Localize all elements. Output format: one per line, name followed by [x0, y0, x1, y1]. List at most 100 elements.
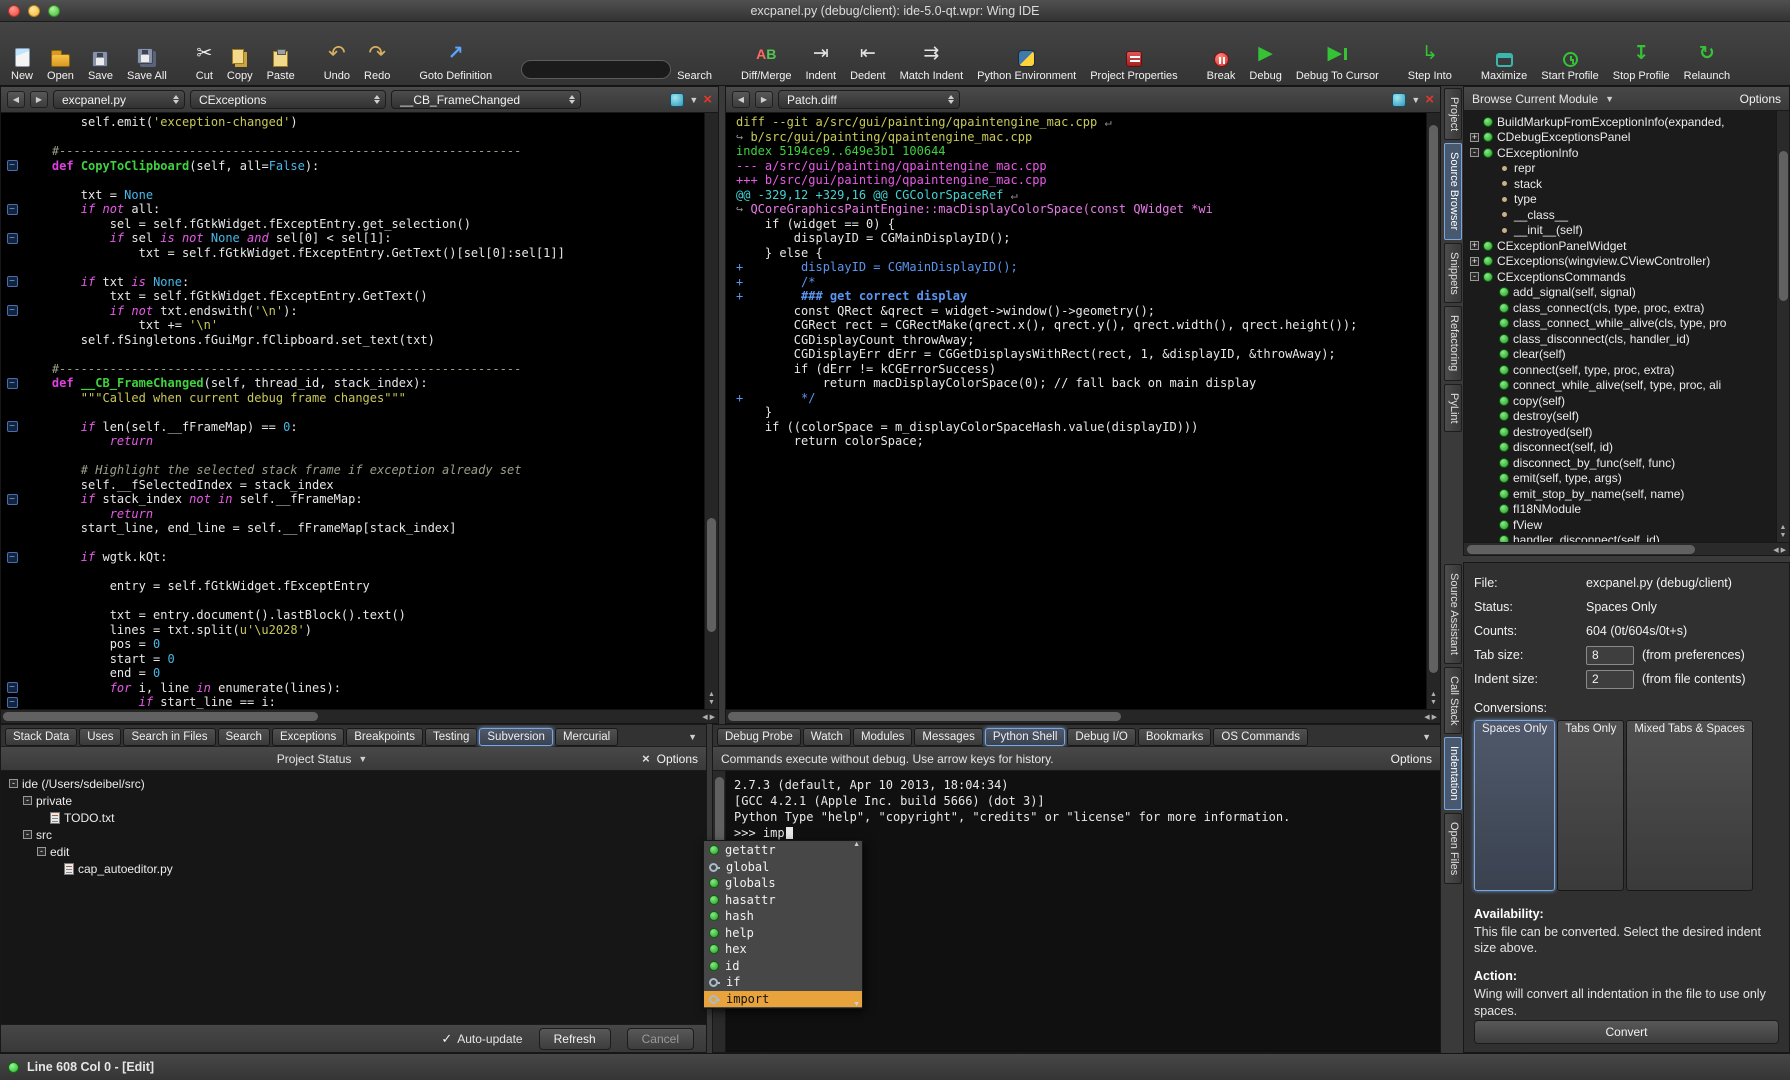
toolbar-item-break[interactable]: Break — [1200, 26, 1243, 82]
file-dropdown[interactable]: excpanel.py — [53, 90, 185, 109]
back-button[interactable]: ◀ — [732, 91, 750, 108]
expander-icon[interactable]: - — [1470, 272, 1479, 281]
tab-testing[interactable]: Testing — [425, 728, 477, 746]
fold-marker[interactable]: − — [7, 378, 18, 389]
svn-view-dropdown[interactable]: Project Status — [277, 752, 352, 766]
autocomplete-item[interactable]: globals — [704, 875, 862, 892]
toolbar-item-goto-definition[interactable]: ↗Goto Definition — [412, 26, 499, 82]
toolbar-item-stop-profile[interactable]: ↧Stop Profile — [1606, 26, 1677, 82]
scrollbar-arrows-icon[interactable] — [702, 713, 715, 721]
vtab-refactoring[interactable]: Refactoring — [1444, 306, 1462, 380]
tree-row[interactable]: emit(self, type, args) — [1464, 471, 1776, 487]
convert-button[interactable]: Convert — [1474, 1020, 1779, 1044]
fold-marker[interactable]: − — [7, 305, 18, 316]
code-area[interactable]: self.emit('exception-changed') #--------… — [23, 113, 704, 709]
refresh-button[interactable]: Refresh — [539, 1028, 611, 1050]
scrollbar-thumb[interactable] — [1429, 125, 1438, 673]
indent-size-input[interactable] — [1586, 670, 1634, 689]
vertical-scrollbar[interactable] — [1426, 113, 1440, 709]
expander-icon[interactable]: - — [9, 779, 18, 788]
tree-row[interactable]: fI18NModule — [1464, 502, 1776, 518]
tree-row[interactable]: -CExceptionInfo — [1464, 145, 1776, 161]
tree-row[interactable]: -CExceptionsCommands — [1464, 269, 1776, 285]
tree-row[interactable]: class_connect_while_alive(cls, type, pro — [1464, 316, 1776, 332]
tree-row[interactable]: -edit — [5, 843, 702, 860]
autocomplete-item[interactable]: hasattr — [704, 892, 862, 909]
forward-button[interactable]: ▶ — [30, 91, 48, 108]
fold-marker[interactable]: − — [7, 421, 18, 432]
tab-uses[interactable]: Uses — [79, 728, 121, 746]
tree-row[interactable]: __class__ — [1464, 207, 1776, 223]
toolbar-item-open[interactable]: Open — [40, 26, 81, 82]
svn-file-tree[interactable]: -ide (/Users/sdeibel/src)-privateTODO.tx… — [1, 771, 706, 1024]
tree-row[interactable]: class_disconnect(cls, handler_id) — [1464, 331, 1776, 347]
close-panel-icon[interactable]: × — [642, 751, 650, 766]
toolbar-item-step-into[interactable]: ↳Step Into — [1401, 26, 1459, 82]
toolbar-item-indent[interactable]: ⇥Indent — [798, 26, 843, 82]
vtab-snippets[interactable]: Snippets — [1444, 243, 1462, 304]
tree-row[interactable]: disconnect_by_func(self, func) — [1464, 455, 1776, 471]
vtab-indentation[interactable]: Indentation — [1444, 737, 1462, 809]
scrollbar-thumb[interactable] — [728, 712, 1121, 721]
autocomplete-item[interactable]: help — [704, 925, 862, 942]
fold-gutter[interactable]: −−−−−−−−−−− — [1, 113, 23, 709]
horizontal-scrollbar[interactable] — [1, 709, 718, 723]
horizontal-scrollbar[interactable] — [726, 709, 1440, 723]
module-tree[interactable]: BuildMarkupFromExceptionInfo(expanded,+C… — [1464, 111, 1776, 542]
tab-breakpoints[interactable]: Breakpoints — [346, 728, 423, 746]
auto-update-checkbox[interactable]: ✓ Auto-update — [441, 1031, 522, 1047]
toolbar-item-python-env[interactable]: Python Environment — [970, 26, 1083, 82]
tab-exceptions[interactable]: Exceptions — [272, 728, 344, 746]
tree-row[interactable]: stack — [1464, 176, 1776, 192]
vtab-source-assistant[interactable]: Source Assistant — [1444, 564, 1462, 664]
scroll-up-icon[interactable]: ▲ — [853, 841, 860, 848]
tab-modules[interactable]: Modules — [853, 728, 912, 746]
titlebar[interactable]: excpanel.py (debug/client): ide-5.0-qt.w… — [0, 0, 1790, 22]
scrollbar-thumb[interactable] — [3, 712, 318, 721]
scrollbar-arrows-icon[interactable] — [1777, 524, 1789, 540]
toolbar-item-debug-to-cursor[interactable]: ▶Debug To Cursor — [1289, 26, 1386, 82]
toolbar-item-redo[interactable]: ↷Redo — [357, 26, 397, 82]
tree-row[interactable]: type — [1464, 192, 1776, 208]
tree-row[interactable]: connect(self, type, proc, extra) — [1464, 362, 1776, 378]
autocomplete-item[interactable]: import — [704, 991, 862, 1008]
tree-row[interactable]: class_connect(cls, type, proc, extra) — [1464, 300, 1776, 316]
expander-icon[interactable]: + — [1470, 241, 1479, 250]
class-scope-dropdown[interactable]: CExceptions — [190, 90, 386, 109]
vtab-call-stack[interactable]: Call Stack — [1444, 667, 1462, 735]
tree-row[interactable]: destroyed(self) — [1464, 424, 1776, 440]
back-button[interactable]: ◀ — [7, 91, 25, 108]
vertical-scrollbar[interactable] — [704, 113, 718, 709]
file-dropdown[interactable]: Patch.diff — [778, 90, 960, 109]
expander-icon[interactable]: + — [1470, 133, 1479, 142]
tab-watch[interactable]: Watch — [803, 728, 851, 746]
options-button[interactable]: Options — [1740, 92, 1781, 106]
tree-row[interactable]: emit_stop_by_name(self, name) — [1464, 486, 1776, 502]
tab-messages[interactable]: Messages — [914, 728, 982, 746]
scrollbar-thumb[interactable] — [1779, 151, 1788, 301]
fold-marker[interactable]: − — [7, 494, 18, 505]
scrollbar-arrows-icon[interactable] — [705, 691, 718, 707]
scrollbar-arrows-icon[interactable] — [1427, 691, 1440, 707]
autocomplete-item[interactable]: hash — [704, 908, 862, 925]
tree-row[interactable]: copy(self) — [1464, 393, 1776, 409]
toolbar-item-search[interactable]: Search — [514, 26, 719, 82]
close-editor-button[interactable]: × — [703, 92, 712, 107]
toolbar-item-paste[interactable]: Paste — [260, 26, 302, 82]
toolbar-item-save[interactable]: Save — [81, 26, 120, 82]
conv-tab-spaces-only[interactable]: Spaces Only — [1474, 720, 1555, 891]
fold-marker[interactable]: − — [7, 276, 18, 287]
shell-prompt-line[interactable]: >>> imp — [734, 825, 1290, 841]
fold-marker[interactable]: − — [7, 160, 18, 171]
chevron-down-icon[interactable]: ▼ — [689, 95, 698, 105]
editor-tools-icon[interactable] — [670, 93, 684, 107]
toolbar-item-copy[interactable]: Copy — [220, 26, 260, 82]
tree-row[interactable]: -ide (/Users/sdeibel/src) — [5, 775, 702, 792]
toolbar-item-save-all[interactable]: Save All — [120, 26, 174, 82]
scrollbar-thumb[interactable] — [707, 518, 716, 631]
tab-size-input[interactable] — [1586, 646, 1634, 665]
vtab-project[interactable]: Project — [1444, 88, 1462, 140]
tab-stack-data[interactable]: Stack Data — [5, 728, 77, 746]
symbol-dropdown[interactable]: __CB_FrameChanged — [391, 90, 581, 109]
fold-gutter[interactable] — [726, 113, 736, 709]
